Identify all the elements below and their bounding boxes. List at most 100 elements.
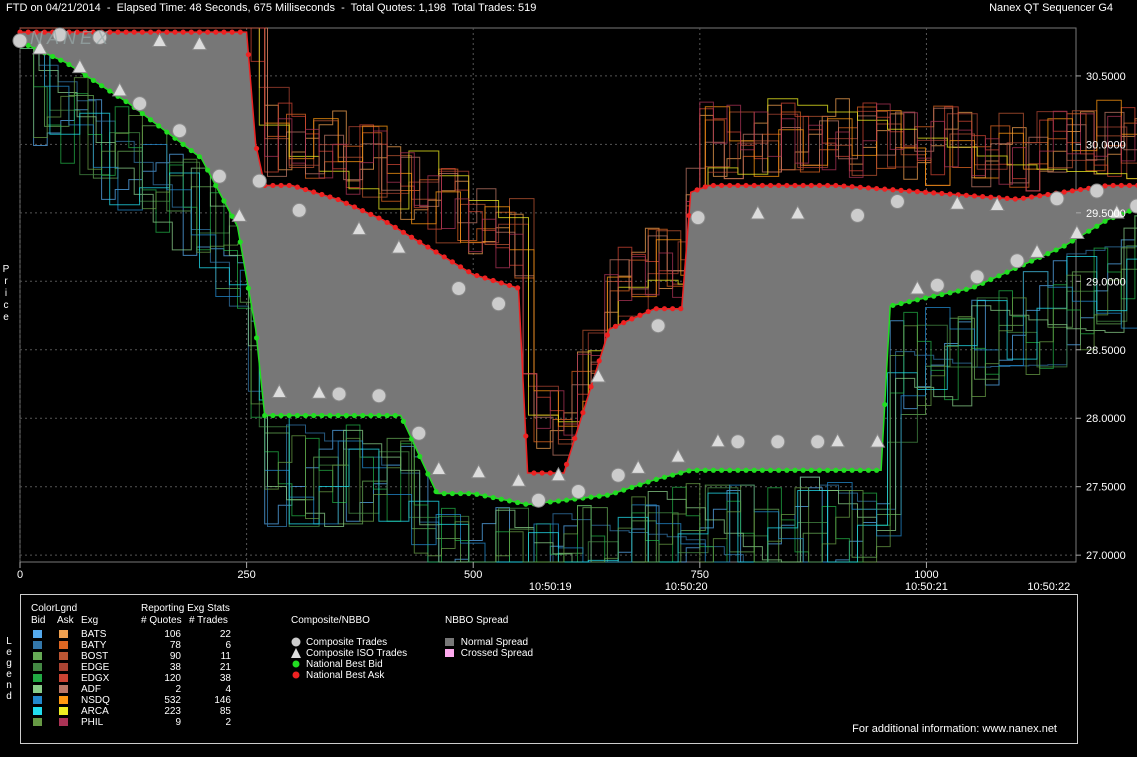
national-best-ask-point: [408, 234, 415, 240]
national-best-ask-point: [229, 29, 235, 35]
national-best-ask-point: [988, 194, 994, 200]
national-best-ask-point: [531, 470, 537, 476]
exg-header: Exg: [81, 615, 99, 626]
national-best-ask-point: [767, 182, 774, 189]
national-best-ask-point: [612, 323, 619, 329]
national-best-ask-point: [1012, 196, 1018, 202]
national-best-bid-point: [882, 401, 888, 408]
y-tick-label: 27.0000: [1086, 550, 1126, 562]
composite-trade-marker: [650, 318, 666, 334]
y-label-letter: c: [4, 300, 9, 311]
x-tick-label: 1000: [914, 569, 938, 581]
national-best-ask-point: [474, 272, 480, 279]
national-best-ask-point: [457, 264, 464, 270]
trade-count: 22: [219, 629, 231, 640]
national-best-bid-point: [205, 167, 211, 173]
national-best-bid-point: [596, 493, 602, 499]
national-best-bid-point: [482, 493, 488, 499]
national-best-ask-point: [490, 277, 496, 284]
national-best-ask-point: [718, 182, 725, 189]
national-best-ask-point: [392, 224, 398, 230]
y-tick-label: 29.5000: [1086, 208, 1126, 220]
national-best-bid-point: [759, 467, 765, 473]
national-best-bid-point: [213, 182, 219, 189]
national-best-bid-point: [147, 117, 154, 123]
national-best-bid-point: [376, 412, 382, 419]
y-tick-label: 29.0000: [1086, 276, 1126, 288]
national-best-bid-point: [188, 147, 194, 154]
y-label-letter: i: [5, 288, 7, 299]
national-best-bid-point: [237, 239, 243, 245]
national-best-bid-point: [449, 490, 455, 497]
national-best-bid-point: [392, 412, 398, 419]
national-best-bid-point: [441, 490, 447, 497]
y-tick-label: 28.5000: [1086, 345, 1126, 357]
nanex-watermark: NANEX: [30, 28, 112, 48]
national-best-ask-point: [368, 211, 374, 217]
national-best-bid-point: [547, 499, 553, 505]
trade-count: 2: [225, 717, 231, 728]
national-best-bid-point: [498, 496, 504, 502]
national-best-bid-point: [66, 61, 72, 68]
composite-trade-marker: [570, 483, 586, 499]
national-best-ask-point: [539, 470, 545, 476]
national-best-bid-point: [939, 291, 945, 298]
national-best-ask-point: [735, 182, 741, 189]
national-best-ask-point: [547, 470, 553, 476]
national-best-ask-point: [898, 187, 904, 193]
national-best-ask-point: [906, 188, 912, 194]
composite-trade-marker: [530, 492, 546, 508]
national-best-bid-point: [727, 467, 733, 473]
legend-side-letter: n: [6, 680, 12, 691]
national-best-bid-point: [922, 295, 929, 301]
legend-side-letter: d: [6, 691, 12, 702]
national-best-bid-point: [1045, 251, 1051, 257]
x-axis-ticks: 0250500750100012501500: [17, 562, 939, 581]
national-best-bid-point: [996, 273, 1002, 279]
y-label-letter: e: [3, 312, 9, 323]
price-chart[interactable]: NANEX Price 27.0000 27.5000 28.0000 28.5000…: [0, 0, 1137, 592]
stats-title: Reporting Exg Stats: [141, 603, 230, 614]
national-best-ask-point: [629, 316, 635, 322]
national-best-bid-point: [351, 412, 358, 419]
national-best-ask-point: [335, 196, 341, 203]
national-best-bid-point: [311, 412, 317, 419]
national-best-ask-point: [311, 189, 317, 195]
y-tick-label: 30.5000: [1086, 71, 1126, 83]
exchange-name: PHIL: [81, 717, 104, 728]
x-tick-label: 0: [17, 569, 23, 581]
national-best-bid-point: [50, 53, 56, 60]
national-best-ask-point: [563, 461, 570, 467]
composite-trade-marker: [251, 173, 267, 189]
trade-count: 38: [219, 673, 231, 684]
exchange-name: ARCA: [81, 706, 109, 717]
composite-trade-marker: [132, 96, 148, 112]
y-label-letter: P: [3, 264, 10, 275]
national-best-bid-point: [694, 467, 700, 473]
national-best-ask-point: [327, 194, 333, 200]
quotes-header: # Quotes: [141, 615, 182, 626]
national-best-ask-point: [849, 184, 855, 190]
y-tick-label: 28.0000: [1086, 413, 1126, 425]
national-best-ask-point: [123, 29, 129, 35]
national-best-bid-point: [849, 467, 855, 473]
national-best-ask-point: [1004, 195, 1010, 202]
national-best-bid-point: [955, 288, 961, 294]
national-best-bid-point: [800, 467, 806, 473]
national-best-ask-point: [156, 29, 162, 35]
national-best-ask-point: [914, 189, 920, 195]
ask-color-swatch: [59, 696, 68, 704]
normal-spread-swatch: [445, 638, 454, 647]
national-best-bid-point: [294, 412, 300, 419]
composite-legend-item: National Best Ask: [291, 670, 384, 681]
national-best-ask-point: [196, 29, 203, 35]
national-best-ask-point: [253, 145, 260, 152]
national-best-ask-point: [922, 189, 929, 195]
national-best-bid-point: [971, 284, 978, 290]
national-best-ask-point: [213, 29, 219, 35]
national-best-ask-point: [466, 269, 472, 275]
composite-trade-marker: [411, 425, 427, 441]
x-tick-label: 750: [691, 569, 709, 581]
composite-trade-marker: [929, 277, 945, 293]
x-tick-label: 250: [237, 569, 255, 581]
